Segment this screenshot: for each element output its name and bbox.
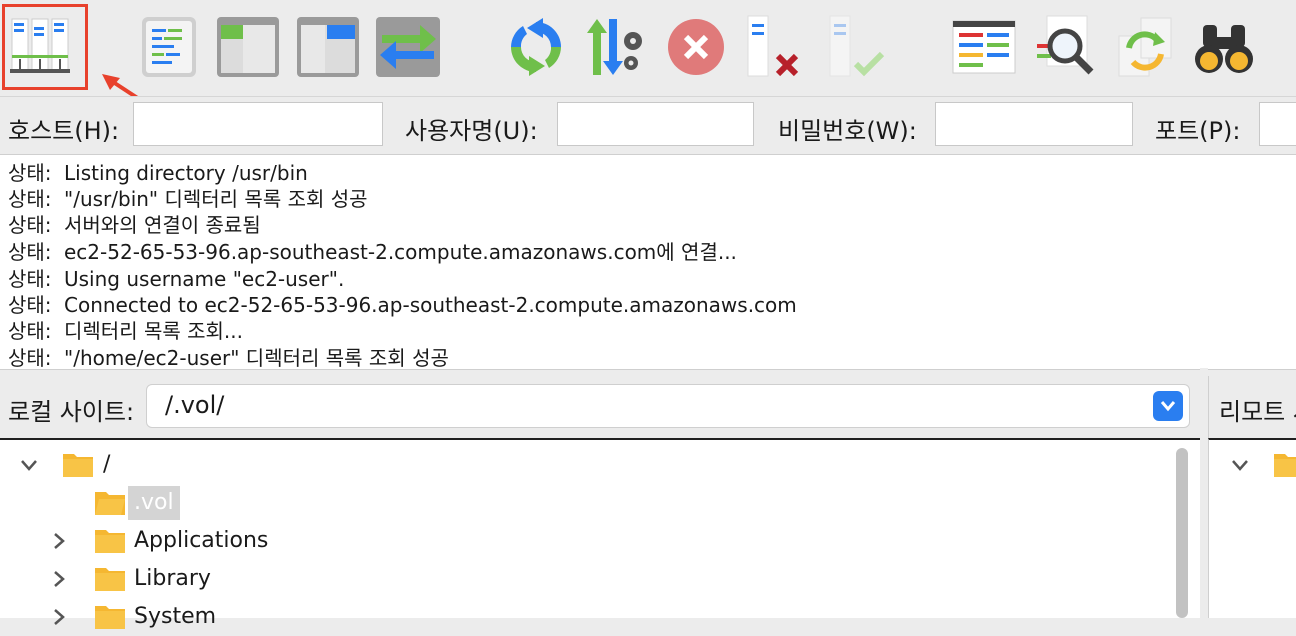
log-line: 상태: Connected to ec2-52-65-53-96.ap-south… — [8, 293, 797, 317]
local-path-value: /.vol/ — [165, 391, 225, 419]
local-site-bar: 로컬 사이트: /.vol/ — [0, 376, 1200, 438]
tree-item-applications[interactable]: Applications — [0, 524, 1170, 560]
scrollbar-thumb[interactable] — [1176, 448, 1188, 618]
remote-site-label: 리모트 사이트: — [1219, 398, 1296, 426]
chevron-right-icon[interactable] — [52, 570, 66, 588]
tree-item-label: System — [134, 604, 217, 629]
remote-site-bar: 리모트 사이트: — [1208, 376, 1296, 438]
host-input[interactable] — [133, 102, 383, 146]
chevron-down-icon[interactable] — [1153, 391, 1183, 421]
tree-item-label: Applications — [134, 528, 269, 553]
password-input[interactable] — [935, 102, 1133, 146]
tree-item-vol[interactable]: .vol — [0, 486, 1170, 522]
folder-icon — [95, 568, 125, 591]
process-queue-icon[interactable] — [582, 12, 650, 82]
host-label: 호스트(H): — [8, 117, 120, 145]
quickconnect-bar: 호스트(H): 사용자명(U): 비밀번호(W): 포트(P): — [0, 96, 1296, 155]
log-line: 상태: "/usr/bin" 디렉터리 목록 조회 성공 — [8, 187, 368, 211]
cancel-icon[interactable] — [662, 12, 730, 82]
folder-icon — [1274, 454, 1296, 477]
password-label: 비밀번호(W): — [778, 117, 917, 145]
local-directory-tree[interactable]: / .vol Applications Library System — [0, 438, 1200, 629]
reconnect-icon[interactable] — [822, 12, 890, 82]
remote-directory-tree[interactable] — [1208, 438, 1296, 618]
local-tree-icon[interactable] — [214, 12, 282, 82]
tree-item-library[interactable]: Library — [0, 562, 1170, 598]
tree-item-label: / — [103, 452, 111, 477]
search-remote-files-icon[interactable] — [1032, 12, 1100, 82]
chevron-right-icon[interactable] — [52, 532, 66, 550]
pane-splitter[interactable] — [1200, 368, 1208, 616]
tree-item-root[interactable]: / — [0, 448, 1170, 484]
transfer-queue-icon[interactable] — [374, 12, 442, 82]
local-path-combobox[interactable]: /.vol/ — [146, 384, 1190, 428]
chevron-down-icon[interactable] — [20, 458, 38, 472]
folder-icon — [95, 606, 125, 629]
message-log[interactable]: 상태: Listing directory /usr/bin 상태: "/usr/b… — [0, 154, 1296, 370]
folder-open-icon — [95, 492, 125, 515]
log-line: 상태: Using username "ec2-user". — [8, 267, 345, 291]
disconnect-icon[interactable] — [740, 12, 808, 82]
log-line: 상태: "/home/ec2-user" 디렉터리 목록 조회 성공 — [8, 346, 449, 370]
username-label: 사용자명(U): — [405, 117, 538, 145]
log-line: 상태: 서버와의 연결이 종료됨 — [8, 213, 261, 237]
local-site-label: 로컬 사이트: — [8, 398, 135, 426]
synchronized-browsing-icon[interactable] — [1112, 12, 1180, 82]
refresh-icon[interactable] — [502, 12, 570, 82]
tree-item-label: .vol — [128, 486, 180, 520]
folder-icon — [95, 530, 125, 553]
vertical-scrollbar[interactable] — [1172, 448, 1192, 618]
toolbar — [0, 0, 1296, 112]
remote-tree-icon[interactable] — [294, 12, 362, 82]
tree-item-system[interactable]: System — [0, 600, 1170, 636]
tree-item-label: Library — [134, 566, 211, 591]
find-files-icon[interactable] — [1190, 12, 1258, 82]
port-label: 포트(P): — [1155, 117, 1241, 145]
port-input[interactable] — [1259, 102, 1296, 146]
log-line: 상태: 디렉터리 목록 조회... — [8, 319, 243, 343]
directory-listing-filters-icon[interactable] — [950, 12, 1018, 82]
chevron-down-icon[interactable] — [1231, 458, 1249, 472]
site-manager-highlight-box — [2, 4, 88, 90]
message-log-icon[interactable] — [134, 12, 202, 82]
username-input[interactable] — [557, 102, 754, 146]
chevron-right-icon[interactable] — [52, 608, 66, 626]
log-line: 상태: Listing directory /usr/bin — [8, 161, 308, 185]
log-line: 상태: ec2-52-65-53-96.ap-southeast-2.comput… — [8, 240, 737, 264]
folder-icon — [63, 454, 93, 477]
